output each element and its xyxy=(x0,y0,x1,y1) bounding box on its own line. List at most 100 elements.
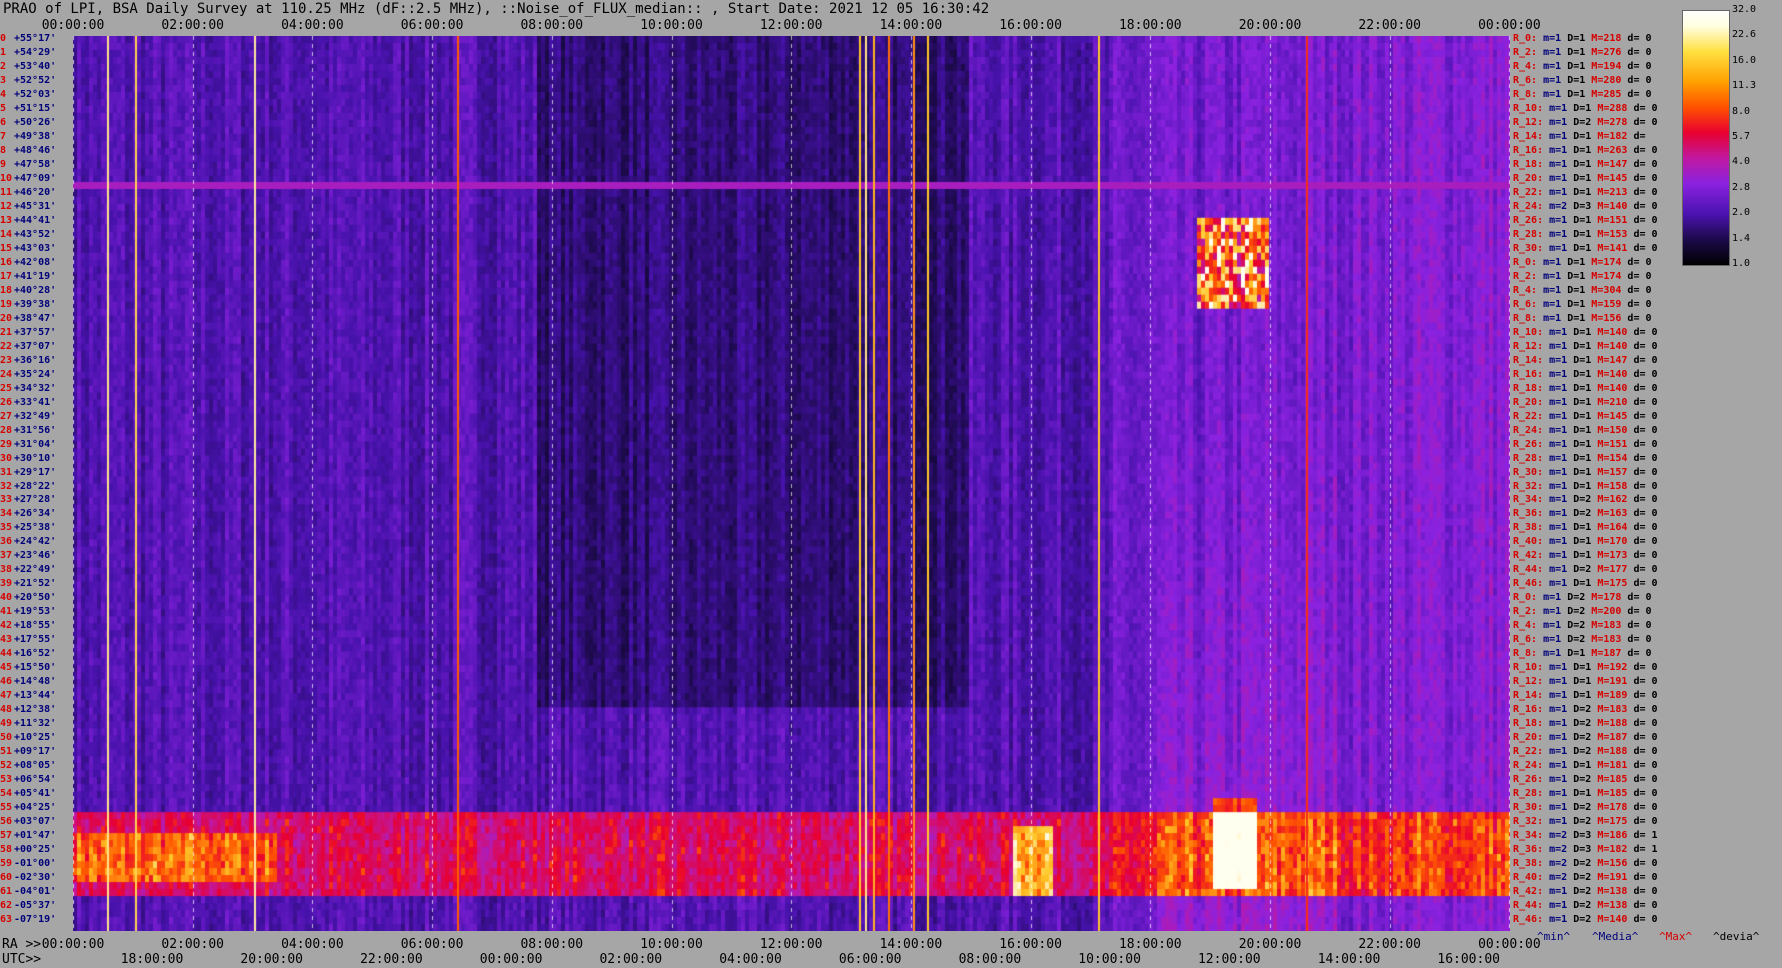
heatmap-canvas xyxy=(73,36,1510,931)
dec-row-3: 3 +52°52' xyxy=(0,74,57,86)
dec-row-15: 15 +43°03' xyxy=(0,242,57,254)
dec-row-63: 63 -07°19' xyxy=(0,914,57,926)
colorbar-tick-7: 2.8 xyxy=(1732,181,1751,193)
ra-axis-label: RA >> xyxy=(2,937,42,952)
stat-row-29: R_26: m=1 D=1 M=151 d= 0 xyxy=(1513,438,1658,450)
dec-row-10: 10 +47°09' xyxy=(0,172,57,184)
stat-row-26: R_20: m=1 D=1 M=210 d= 0 xyxy=(1513,396,1658,408)
dec-row-35: 35 +25°38' xyxy=(0,522,57,534)
footer-max: ^Max^ xyxy=(1659,930,1693,943)
stat-row-24: R_16: m=1 D=1 M=140 d= 0 xyxy=(1513,368,1658,380)
stat-row-42: R_4: m=1 D=2 M=183 d= 0 xyxy=(1513,620,1652,632)
dec-row-39: 39 +21°52' xyxy=(0,578,57,590)
dec-row-4: 4 +52°03' xyxy=(0,88,57,100)
stat-row-52: R_24: m=1 D=1 M=181 d= 0 xyxy=(1513,760,1658,772)
dec-row-32: 32 +28°22' xyxy=(0,480,57,492)
utc-tick-9: 12:00:00 xyxy=(1197,952,1261,967)
top-tick-11: 22:00:00 xyxy=(1358,18,1421,33)
utc-tick-0: 18:00:00 xyxy=(120,952,184,967)
dec-row-51: 51 +09°17' xyxy=(0,746,57,758)
stat-row-39: R_46: m=1 D=1 M=175 d= 0 xyxy=(1513,578,1658,590)
footer-min: ^min^ xyxy=(1537,930,1571,943)
stat-row-21: R_10: m=1 D=1 M=140 d= 0 xyxy=(1513,326,1658,338)
stat-row-10: R_20: m=1 D=1 M=145 d= 0 xyxy=(1513,172,1658,184)
dec-row-30: 30 +30°10' xyxy=(0,452,57,464)
dec-row-20: 20 +38°47' xyxy=(0,312,57,324)
stat-row-17: R_2: m=1 D=1 M=174 d= 0 xyxy=(1513,270,1652,282)
colorbar-tick-1: 22.6 xyxy=(1732,29,1757,41)
stat-row-2: R_4: m=1 D=1 M=194 d= 0 xyxy=(1513,60,1652,72)
stat-row-40: R_0: m=1 D=2 M=178 d= 0 xyxy=(1513,592,1652,604)
stat-row-31: R_30: m=1 D=1 M=157 d= 0 xyxy=(1513,466,1658,478)
ra-tick-1: 02:00:00 xyxy=(161,937,224,952)
stat-row-46: R_12: m=1 D=1 M=191 d= 0 xyxy=(1513,676,1658,688)
dec-row-12: 12 +45°31' xyxy=(0,200,57,212)
ra-tick-6: 12:00:00 xyxy=(759,937,823,952)
dec-row-0: 0 +55°17' xyxy=(0,33,57,44)
dec-row-18: 18 +40°28' xyxy=(0,284,57,296)
ra-tick-5: 10:00:00 xyxy=(640,937,703,952)
ra-tick-10: 20:00:00 xyxy=(1238,937,1302,952)
dec-row-2: 2 +53°40' xyxy=(0,60,57,72)
dec-row-55: 55 +04°25' xyxy=(0,802,57,814)
ra-tick-8: 16:00:00 xyxy=(999,937,1062,952)
stat-row-58: R_36: m=2 D=3 M=182 d= 1 xyxy=(1513,844,1658,856)
dec-row-46: 46 +14°48' xyxy=(0,676,57,688)
stat-row-28: R_24: m=1 D=1 M=150 d= 0 xyxy=(1513,424,1658,436)
dec-row-9: 9 +47°58' xyxy=(0,158,57,170)
stat-row-7: R_14: m=1 D=1 M=182 d= xyxy=(1513,130,1646,142)
utc-tick-2: 22:00:00 xyxy=(360,952,423,967)
stat-row-54: R_28: m=1 D=1 M=185 d= 0 xyxy=(1513,788,1658,800)
utc-tick-11: 16:00:00 xyxy=(1437,952,1500,967)
top-tick-12: 00:00:00 xyxy=(1478,18,1541,33)
ra-tick-3: 06:00:00 xyxy=(400,937,464,952)
stat-row-34: R_36: m=1 D=2 M=163 d= 0 xyxy=(1513,508,1658,520)
stat-row-53: R_26: m=1 D=2 M=185 d= 0 xyxy=(1513,774,1658,786)
dec-row-44: 44 +16°52' xyxy=(0,648,57,660)
top-tick-2: 04:00:00 xyxy=(281,18,344,33)
stat-row-14: R_28: m=1 D=1 M=153 d= 0 xyxy=(1513,228,1658,240)
dec-row-23: 23 +36°16' xyxy=(0,354,57,366)
colorbar-tick-5: 5.7 xyxy=(1732,131,1751,142)
stat-row-27: R_22: m=1 D=1 M=145 d= 0 xyxy=(1513,410,1658,422)
dec-row-52: 52 +08°05' xyxy=(0,760,57,772)
dec-row-8: 8 +48°46' xyxy=(0,144,57,156)
dec-row-22: 22 +37°07' xyxy=(0,340,57,352)
stat-row-45: R_10: m=1 D=1 M=192 d= 0 xyxy=(1513,662,1658,674)
dec-row-54: 54 +05°41' xyxy=(0,788,57,800)
stat-row-36: R_40: m=1 D=1 M=170 d= 0 xyxy=(1513,536,1658,548)
stat-row-9: R_18: m=1 D=1 M=147 d= 0 xyxy=(1513,158,1658,170)
stat-row-19: R_6: m=1 D=1 M=159 d= 0 xyxy=(1513,298,1652,310)
colorbar-tick-0: 32.0 xyxy=(1732,4,1757,15)
dec-row-38: 38 +22°49' xyxy=(0,564,57,576)
chart-title: PRAO of LPI, BSA Daily Survey at 110.25 … xyxy=(3,1,990,17)
dec-row-11: 11 +46°20' xyxy=(0,186,57,198)
dec-row-25: 25 +34°32' xyxy=(0,382,57,394)
stat-row-12: R_24: m=2 D=3 M=140 d= 0 xyxy=(1513,200,1658,212)
dec-row-56: 56 +03°07' xyxy=(0,816,57,828)
top-tick-8: 16:00:00 xyxy=(999,18,1062,33)
top-tick-4: 08:00:00 xyxy=(520,18,584,33)
stat-row-30: R_28: m=1 D=1 M=154 d= 0 xyxy=(1513,452,1658,464)
dec-row-27: 27 +32°49' xyxy=(0,410,57,422)
stat-row-23: R_14: m=1 D=1 M=147 d= 0 xyxy=(1513,354,1658,366)
top-tick-6: 12:00:00 xyxy=(759,18,823,33)
stat-row-15: R_30: m=1 D=1 M=141 d= 0 xyxy=(1513,242,1658,254)
stat-row-62: R_44: m=1 D=2 M=138 d= 0 xyxy=(1513,900,1658,912)
ra-tick-2: 04:00:00 xyxy=(281,937,344,952)
colorbar xyxy=(1682,10,1730,266)
dec-row-7: 7 +49°38' xyxy=(0,130,57,142)
stat-row-49: R_18: m=1 D=2 M=188 d= 0 xyxy=(1513,718,1658,730)
dec-row-5: 5 +51°15' xyxy=(0,102,57,114)
colorbar-tick-10: 1.0 xyxy=(1732,258,1751,269)
stat-row-6: R_12: m=1 D=2 M=278 d= 0 xyxy=(1513,116,1658,128)
stat-row-35: R_38: m=1 D=1 M=164 d= 0 xyxy=(1513,522,1658,534)
utc-tick-8: 10:00:00 xyxy=(1078,952,1141,967)
stat-row-1: R_2: m=1 D=1 M=276 d= 0 xyxy=(1513,46,1652,58)
stat-row-48: R_16: m=1 D=2 M=183 d= 0 xyxy=(1513,704,1658,716)
dec-row-36: 36 +24°42' xyxy=(0,536,57,548)
dec-row-17: 17 +41°19' xyxy=(0,270,57,282)
stat-row-33: R_34: m=1 D=2 M=162 d= 0 xyxy=(1513,494,1658,506)
stat-row-20: R_8: m=1 D=1 M=156 d= 0 xyxy=(1513,312,1652,324)
top-tick-10: 20:00:00 xyxy=(1238,18,1302,33)
